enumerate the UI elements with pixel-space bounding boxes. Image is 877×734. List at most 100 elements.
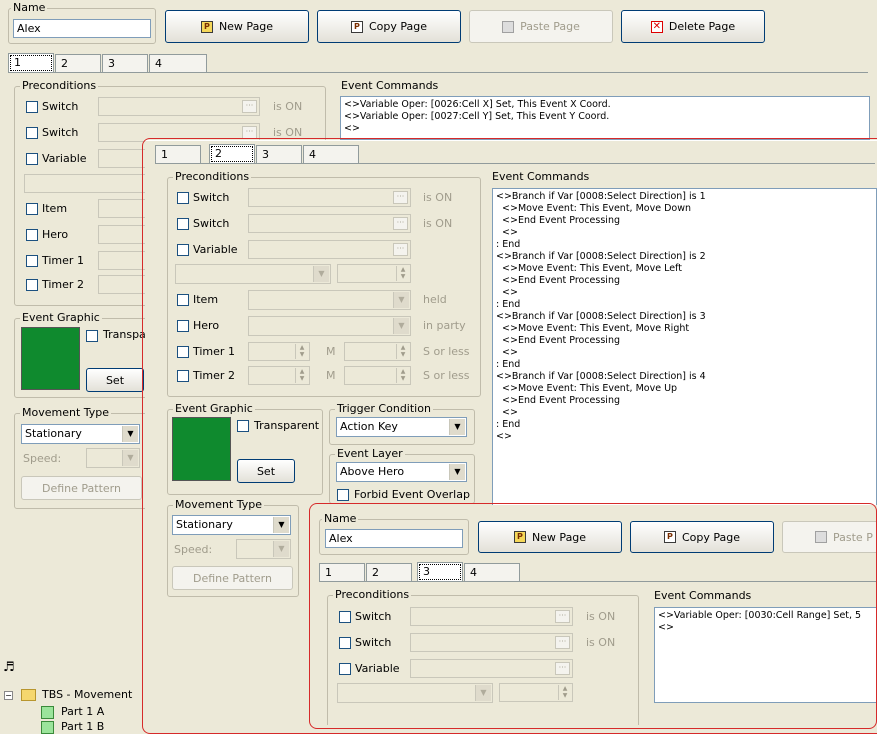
timer1-minutes-spinner[interactable]: ▲ ▼ <box>248 342 310 361</box>
copy-page-button[interactable]: P Copy Page <box>317 10 461 43</box>
event-commands-list[interactable]: <>Branch if Var [0008:Select Direction] … <box>492 188 877 516</box>
paste-page-button[interactable]: Paste P <box>782 521 877 553</box>
trigger-condition-select[interactable]: Action Key ▼ <box>336 417 467 437</box>
event-commands-list[interactable]: <>Variable Oper: [0026:Cell X] Set, This… <box>340 96 870 140</box>
command-line[interactable]: <> <box>496 431 873 443</box>
transparent-checkbox[interactable] <box>86 330 98 342</box>
tree-item[interactable]: Part 1 B <box>61 720 104 733</box>
tab-4[interactable]: 4 <box>464 563 520 581</box>
switch1-checkbox[interactable] <box>26 101 38 113</box>
item-select[interactable]: ▼ <box>248 290 411 310</box>
hero-checkbox[interactable] <box>177 320 189 332</box>
movement-type-select[interactable]: Stationary ▼ <box>172 515 291 535</box>
music-icon[interactable]: ♬ <box>3 660 15 675</box>
command-line[interactable]: <>Branch if Var [0008:Select Direction] … <box>496 191 873 203</box>
copy-page-button[interactable]: P Copy Page <box>630 521 774 553</box>
name-input[interactable]: Alex <box>325 529 463 548</box>
command-line[interactable]: <> <box>496 227 873 239</box>
character-sprite[interactable] <box>21 327 80 390</box>
timer2-seconds-spinner[interactable]: ▲ ▼ <box>344 366 411 385</box>
switch1-field[interactable]: ··· <box>248 188 411 207</box>
command-line[interactable]: <>Branch if Var [0008:Select Direction] … <box>496 251 873 263</box>
command-line[interactable]: <>Move Event: This Event, Move Left <box>496 263 873 275</box>
command-line[interactable]: <> <box>496 407 873 419</box>
timer1-seconds-spinner[interactable]: ▲ ▼ <box>344 342 411 361</box>
tab-4[interactable]: 4 <box>149 54 207 72</box>
command-line[interactable]: : End <box>496 299 873 311</box>
forbid-overlap-checkbox[interactable] <box>337 489 349 501</box>
event-layer-select[interactable]: Above Hero ▼ <box>336 462 467 482</box>
tab-3[interactable]: 3 <box>417 562 463 582</box>
switch1-checkbox[interactable] <box>339 611 351 623</box>
command-line[interactable]: <>End Event Processing <box>496 335 873 347</box>
timer1-checkbox[interactable] <box>26 255 38 267</box>
command-line[interactable]: <>End Event Processing <box>496 215 873 227</box>
variable-compare-select[interactable]: ▼ <box>175 264 331 284</box>
tab-2[interactable]: 2 <box>55 54 101 72</box>
item-checkbox[interactable] <box>26 203 38 215</box>
timer2-checkbox[interactable] <box>177 370 189 382</box>
variable-value-spinner[interactable]: ▲ ▼ <box>337 264 411 283</box>
tab-3[interactable]: 3 <box>102 54 148 72</box>
new-page-button[interactable]: P New Page <box>478 521 622 553</box>
tab-4[interactable]: 4 <box>303 145 359 163</box>
switch2-checkbox[interactable] <box>177 218 189 230</box>
variable-checkbox[interactable] <box>26 153 38 165</box>
switch2-checkbox[interactable] <box>339 637 351 649</box>
tab-2[interactable]: 2 <box>209 144 255 164</box>
switch2-field[interactable]: ··· <box>410 633 573 652</box>
command-line[interactable]: <>End Event Processing <box>496 275 873 287</box>
variable-field[interactable]: ··· <box>410 659 573 678</box>
command-line[interactable]: <>Variable Oper: [0026:Cell X] Set, This… <box>344 99 866 111</box>
switch1-checkbox[interactable] <box>177 192 189 204</box>
command-line[interactable]: <>End Event Processing <box>496 395 873 407</box>
command-line[interactable]: <>Variable Oper: [0030:Cell Range] Set, … <box>658 610 877 622</box>
switch1-field[interactable]: ··· <box>410 607 573 626</box>
new-page-button[interactable]: P New Page <box>165 10 309 43</box>
variable-checkbox[interactable] <box>339 663 351 675</box>
command-line[interactable]: : End <box>496 419 873 431</box>
switch2-checkbox[interactable] <box>26 127 38 139</box>
command-line[interactable]: <>Move Event: This Event, Move Right <box>496 323 873 335</box>
define-pattern-button[interactable]: Define Pattern <box>21 476 142 500</box>
tab-1[interactable]: 1 <box>155 145 201 163</box>
paste-page-button[interactable]: Paste Page <box>469 10 613 43</box>
delete-page-button[interactable]: ✕ Delete Page <box>621 10 765 43</box>
hero-select[interactable]: ▼ <box>248 316 411 336</box>
speed-select[interactable]: ▼ <box>236 539 291 559</box>
variable-compare-select[interactable]: ▼ <box>337 683 493 703</box>
variable-checkbox[interactable] <box>177 244 189 256</box>
timer2-checkbox[interactable] <box>26 279 38 291</box>
tab-2[interactable]: 2 <box>366 563 412 581</box>
event-commands-list[interactable]: <>Variable Oper: [0030:Cell Range] Set, … <box>654 607 877 703</box>
define-pattern-button[interactable]: Define Pattern <box>172 566 293 590</box>
collapse-icon[interactable]: − <box>4 691 13 700</box>
command-line[interactable]: <> <box>496 347 873 359</box>
movement-type-select[interactable]: Stationary ▼ <box>21 424 140 444</box>
command-line[interactable]: : End <box>496 359 873 371</box>
character-sprite[interactable] <box>172 417 231 481</box>
command-line[interactable]: <> <box>658 622 877 634</box>
speed-select[interactable]: ▼ <box>86 448 140 468</box>
hero-checkbox[interactable] <box>26 229 38 241</box>
command-line[interactable]: <>Move Event: This Event, Move Down <box>496 203 873 215</box>
tree-root-label[interactable]: TBS - Movement <box>42 688 132 701</box>
command-line[interactable]: <>Variable Oper: [0027:Cell Y] Set, This… <box>344 111 866 123</box>
tab-1[interactable]: 1 <box>319 563 365 581</box>
variable-field[interactable]: ··· <box>248 240 411 259</box>
command-line[interactable]: <> <box>496 287 873 299</box>
tab-1[interactable]: 1 <box>8 53 54 73</box>
command-line[interactable]: <>Branch if Var [0008:Select Direction] … <box>496 371 873 383</box>
transparent-checkbox[interactable] <box>237 420 249 432</box>
command-line[interactable]: : End <box>496 239 873 251</box>
timer1-checkbox[interactable] <box>177 346 189 358</box>
command-line[interactable]: <> <box>344 123 866 135</box>
set-graphic-button[interactable]: Set <box>86 368 144 392</box>
name-input[interactable]: Alex <box>13 19 151 38</box>
tab-3[interactable]: 3 <box>256 145 302 163</box>
command-line[interactable]: <>Branch if Var [0008:Select Direction] … <box>496 311 873 323</box>
set-graphic-button[interactable]: Set <box>237 459 295 483</box>
tree-item[interactable]: Part 1 A <box>61 705 104 718</box>
switch1-field[interactable]: ··· <box>98 97 260 116</box>
command-line[interactable]: <>Move Event: This Event, Move Up <box>496 383 873 395</box>
